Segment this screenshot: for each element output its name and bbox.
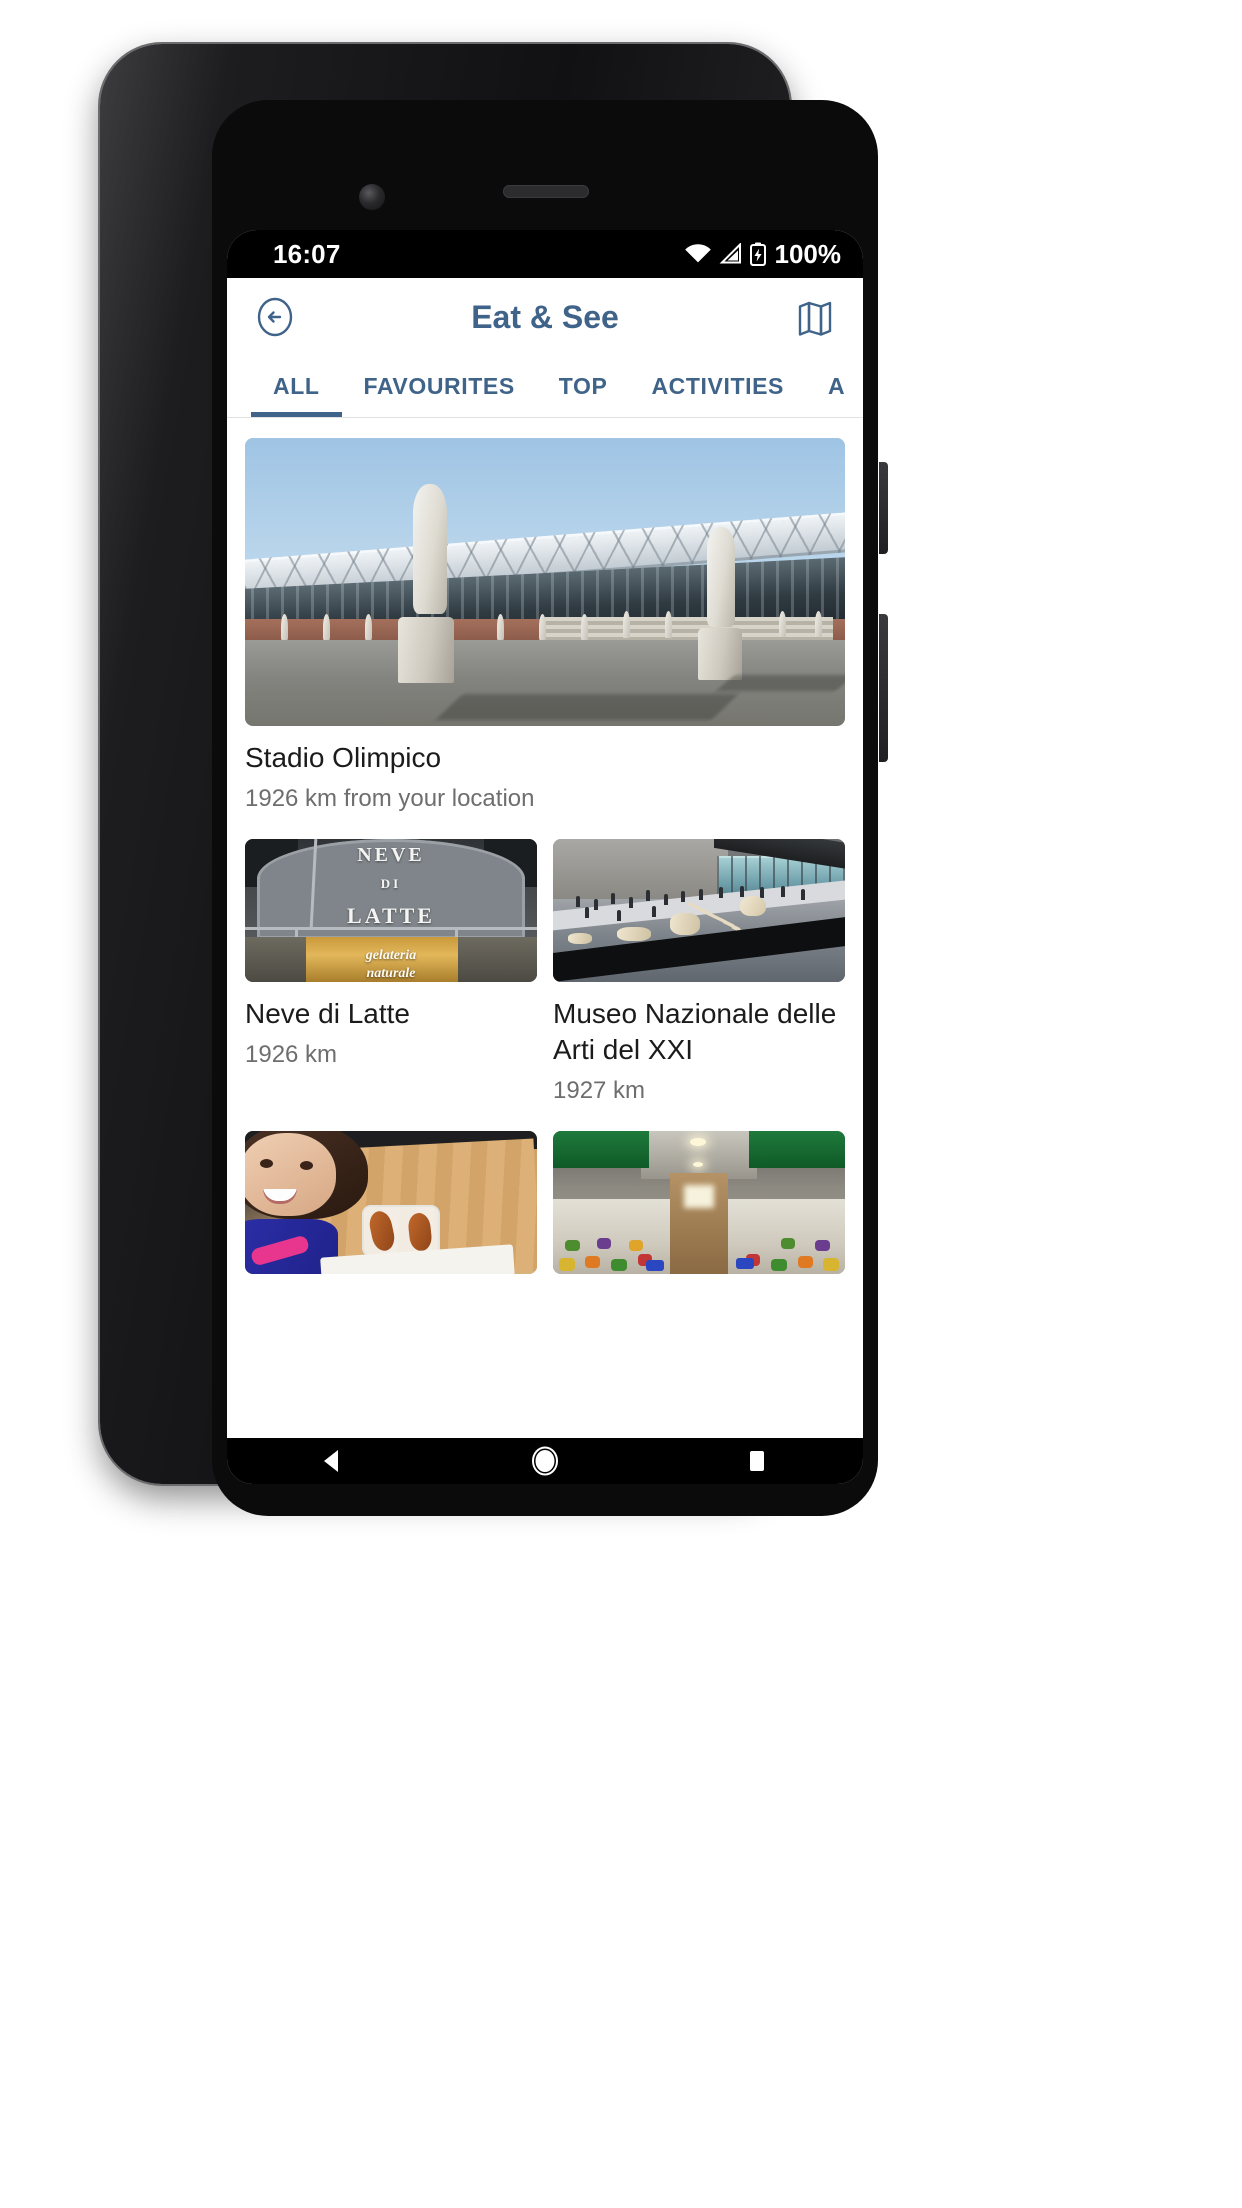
- phone-device-frame: 16:07 100% Eat & See ALL FAVOURITES TOP …: [100, 44, 888, 1516]
- status-bar: 16:07 100%: [227, 230, 863, 278]
- nav-recents-icon: [750, 1451, 764, 1471]
- place-distance: 1926 km from your location: [245, 785, 535, 813]
- volume-button[interactable]: [879, 614, 888, 762]
- tab-all[interactable]: ALL: [251, 356, 342, 417]
- page-title: Eat & See: [471, 298, 619, 335]
- cellular-signal-icon: [719, 243, 741, 264]
- android-navigation-bar[interactable]: [227, 1438, 863, 1484]
- earpiece-speaker: [503, 185, 589, 198]
- tab-partial-next[interactable]: A: [806, 356, 863, 417]
- front-camera: [359, 184, 385, 210]
- place-card-supplì-selfie[interactable]: [245, 1130, 537, 1288]
- phone-screen: 16:07 100% Eat & See ALL FAVOURITES TOP …: [227, 230, 863, 1484]
- map-icon: [798, 301, 832, 336]
- app-bar: Eat & See: [227, 278, 863, 356]
- status-indicators: 100%: [684, 238, 842, 270]
- museum-photo-illustration: [553, 838, 845, 982]
- places-list[interactable]: Stadio Olimpico 1926 km from your locati…: [227, 418, 863, 1434]
- selfie-photo-illustration: [245, 1130, 537, 1274]
- back-arrow-circle-icon: [257, 297, 293, 337]
- place-card-museo-nazionale[interactable]: Museo Nazionale delle Arti del XXI 1927 …: [553, 838, 845, 1107]
- tab-favourites[interactable]: FAVOURITES: [342, 356, 537, 417]
- nav-recents-button[interactable]: [727, 1438, 787, 1484]
- market-photo-illustration: [553, 1130, 845, 1274]
- power-button[interactable]: [879, 462, 888, 554]
- nav-back-button[interactable]: [303, 1438, 363, 1484]
- battery-percentage: 100%: [774, 238, 842, 269]
- place-card-stadio-olimpico[interactable]: Stadio Olimpico 1926 km from your locati…: [245, 418, 845, 815]
- nav-home-button[interactable]: [515, 1438, 575, 1484]
- place-image-stadio-olimpico[interactable]: [245, 438, 845, 726]
- place-image-neve-di-latte[interactable]: NEVE DI LATTE gelateria naturale: [245, 838, 537, 982]
- place-image-museo-nazionale[interactable]: [553, 838, 845, 982]
- place-card-market[interactable]: [553, 1130, 845, 1288]
- stadium-photo-illustration: [245, 438, 845, 726]
- wifi-icon: [684, 244, 711, 263]
- gelateria-photo-illustration: NEVE DI LATTE gelateria naturale: [245, 838, 537, 982]
- place-card-neve-di-latte[interactable]: NEVE DI LATTE gelateria naturale Neve di…: [245, 838, 537, 1107]
- place-title: Neve di Latte: [245, 997, 410, 1029]
- battery-charging-icon: [749, 242, 766, 266]
- tab-bar[interactable]: ALL FAVOURITES TOP ACTIVITIES A: [227, 356, 863, 418]
- place-grid-row: [245, 1130, 845, 1288]
- map-button[interactable]: [789, 291, 841, 343]
- nav-back-icon: [324, 1450, 338, 1472]
- back-button[interactable]: [249, 291, 301, 343]
- tab-activities[interactable]: ACTIVITIES: [629, 356, 806, 417]
- place-title: Stadio Olimpico: [245, 742, 442, 773]
- place-image-selfie[interactable]: [245, 1130, 537, 1274]
- place-image-market[interactable]: [553, 1130, 845, 1274]
- place-distance: 1927 km: [553, 1077, 646, 1105]
- status-time: 16:07: [273, 238, 341, 269]
- nav-home-icon: [532, 1446, 558, 1476]
- place-distance: 1926 km: [245, 1040, 338, 1068]
- place-grid-row: NEVE DI LATTE gelateria naturale Neve di…: [245, 838, 845, 1107]
- place-title: Museo Nazionale delle Arti del XXI: [553, 997, 837, 1065]
- tab-top[interactable]: TOP: [537, 356, 630, 417]
